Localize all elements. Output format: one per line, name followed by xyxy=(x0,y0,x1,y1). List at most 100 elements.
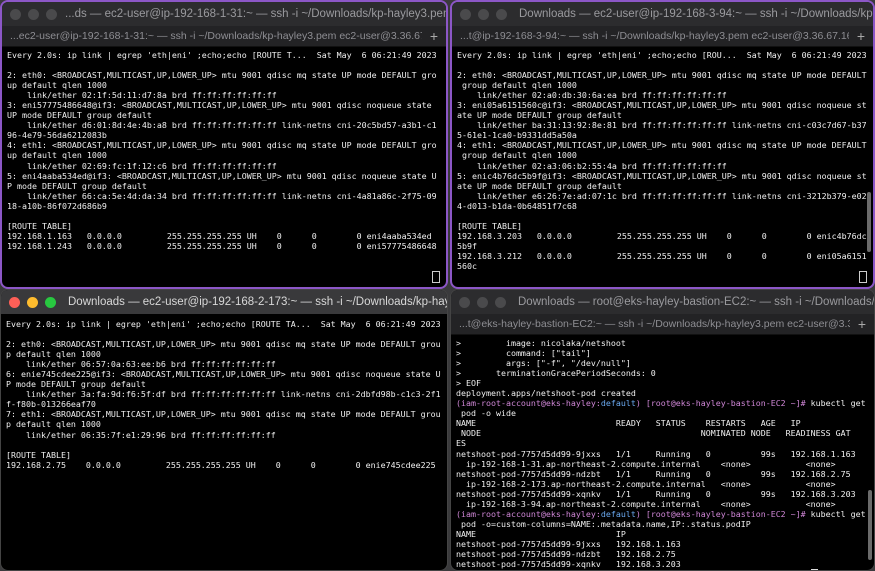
minimize-button[interactable] xyxy=(477,296,488,308)
window-title: Downloads — ec2-user@ip-192-168-2-173:~ … xyxy=(68,296,447,308)
minimize-button[interactable] xyxy=(28,8,39,20)
terminal-output[interactable]: > image: nicolaka/netshoot > command: ["t… xyxy=(451,335,874,570)
terminal-line: link/ether ba:31:13:92:8e:81 brd ff:ff:f… xyxy=(457,120,867,131)
zoom-button[interactable] xyxy=(46,8,57,20)
terminal-line: ate UP mode DEFAULT group default xyxy=(457,180,622,191)
terminal-line: pod -o wide xyxy=(456,408,516,419)
close-button[interactable] xyxy=(459,296,470,308)
zoom-button[interactable] xyxy=(496,8,507,20)
terminal-line: UP mode DEFAULT group default xyxy=(7,110,152,121)
window-titlebar[interactable]: ...ds — ec2-user@ip-192-168-1-31:~ — ssh… xyxy=(2,2,446,26)
new-tab-button[interactable]: + xyxy=(850,316,874,332)
scrollbar[interactable] xyxy=(867,192,871,252)
terminal-line: 18-a10b-86f072d686b9 xyxy=(7,200,107,211)
terminal-line: 5-61e1-1ca0-b9331dd5a50a xyxy=(457,130,577,141)
terminal-cursor xyxy=(432,271,440,283)
prompt-account: (iam-root-account@eks-hayley: xyxy=(456,398,601,409)
terminal-output[interactable]: Every 2.0s: ip link | egrep 'eth|eni' ;e… xyxy=(452,47,873,274)
terminal-line: netshoot-pod-7757d5dd99-xqnkv 192.168.3.… xyxy=(456,559,681,570)
terminal-window-node1[interactable]: ...ds — ec2-user@ip-192-168-1-31:~ — ssh… xyxy=(0,0,448,289)
terminal-line: [ROUTE TABLE] xyxy=(6,449,71,460)
terminal-line: Every 2.0s: ip link | egrep 'eth|eni' ;e… xyxy=(457,50,867,60)
terminal-window-bastion[interactable]: Downloads — root@eks-hayley-bastion-EC2:… xyxy=(450,289,875,571)
close-button[interactable] xyxy=(10,8,21,20)
terminal-line: 5: enic4b76dc5b9f@if3: <BROADCAST,MULTIC… xyxy=(457,170,867,181)
terminal-line: 3: eni57775486648@if3: <BROADCAST,MULTIC… xyxy=(7,100,432,111)
terminal-line: netshoot-pod-7757d5dd99-9jxxs 1/1 Runnin… xyxy=(456,448,856,459)
tab-title[interactable]: ...t@eks-hayley-bastion-EC2:~ — ssh -i ~… xyxy=(451,318,850,330)
minimize-button[interactable] xyxy=(478,8,489,20)
window-title: ...ds — ec2-user@ip-192-168-1-31:~ — ssh… xyxy=(65,8,446,20)
new-tab-button[interactable]: + xyxy=(849,28,873,44)
terminal-line: NODE NOMINATED NODE READINESS GAT xyxy=(456,428,851,439)
new-tab-button[interactable]: + xyxy=(422,28,446,44)
terminal-line: up default qlen 1000 xyxy=(7,80,107,91)
window-titlebar[interactable]: Downloads — ec2-user@ip-192-168-3-94:~ —… xyxy=(452,2,873,26)
close-button[interactable] xyxy=(460,8,471,20)
tab-bar: ...t@ip-192-168-3-94:~ — ssh -i ~/Downlo… xyxy=(452,26,873,47)
window-titlebar[interactable]: Downloads — ec2-user@ip-192-168-2-173:~ … xyxy=(1,290,447,314)
terminal-line: 6: enie745cdee225@if3: <BROADCAST,MULTIC… xyxy=(6,369,441,380)
terminal-line: 2: eth0: <BROADCAST,MULTICAST,UP,LOWER_U… xyxy=(6,339,441,350)
tab-title[interactable]: ...ec2-user@ip-192-168-1-31:~ — ssh -i ~… xyxy=(2,30,422,42)
terminal-line: Every 2.0s: ip link | egrep 'eth|eni' ;e… xyxy=(6,319,441,329)
terminal-line: 2: eth0: <BROADCAST,MULTICAST,UP,LOWER_U… xyxy=(7,70,437,81)
terminal-line: P mode DEFAULT group default xyxy=(6,379,146,390)
minimize-button[interactable] xyxy=(27,296,38,308)
terminal-line: ate UP mode DEFAULT group default xyxy=(457,110,622,121)
terminal-line: link/ether 66:ca:5e:4d:da:34 brd ff:ff:f… xyxy=(7,190,437,201)
scrollbar[interactable] xyxy=(868,490,872,560)
terminal-line: ES xyxy=(456,438,466,449)
terminal-line: link/ether 02:a3:06:b2:55:4a brd ff:ff:f… xyxy=(457,160,727,171)
terminal-line: link/ether 06:35:7f:e1:29:96 brd ff:ff:f… xyxy=(6,429,276,440)
terminal-line: link/ether 02:a0:db:30:6a:ea brd ff:ff:f… xyxy=(457,90,727,101)
tab-title[interactable]: ...t@ip-192-168-3-94:~ — ssh -i ~/Downlo… xyxy=(452,30,849,42)
terminal-line: 560c xyxy=(457,260,477,271)
terminal-line: > terminationGracePeriodSeconds: 0 xyxy=(456,368,656,379)
terminal-window-node2[interactable]: Downloads — ec2-user@ip-192-168-2-173:~ … xyxy=(0,289,448,571)
terminal-line: 4: eth1: <BROADCAST,MULTICAST,UP,LOWER_U… xyxy=(457,140,867,151)
tab-bar: ...t@eks-hayley-bastion-EC2:~ — ssh -i ~… xyxy=(451,314,874,335)
terminal-line: > image: nicolaka/netshoot xyxy=(456,338,626,348)
prompt-namespace: default xyxy=(600,398,636,409)
terminal-line: netshoot-pod-7757d5dd99-xqnkv 1/1 Runnin… xyxy=(456,488,856,499)
window-controls xyxy=(451,296,514,308)
terminal-line: > EOF xyxy=(456,378,481,389)
window-title: Downloads — ec2-user@ip-192-168-3-94:~ —… xyxy=(519,8,873,20)
terminal-line: 7: eth1: <BROADCAST,MULTICAST,UP,LOWER_U… xyxy=(6,409,441,420)
zoom-button[interactable] xyxy=(495,296,506,308)
terminal-line: 192.168.3.212 0.0.0.0 255.255.255.255 UH… xyxy=(457,250,867,261)
command-text: kubectl get xyxy=(810,398,866,409)
terminal-line: group default qlen 1000 xyxy=(457,150,577,161)
terminal-line: ip-192-168-3-94.ap-northeast-2.compute.i… xyxy=(456,498,836,509)
close-button[interactable] xyxy=(9,296,20,308)
terminal-line: link/ether e6:26:7e:ad:07:1c brd ff:ff:f… xyxy=(457,190,867,201)
terminal-line: ip-192-168-1-31.ap-northeast-2.compute.i… xyxy=(456,458,836,469)
window-titlebar[interactable]: Downloads — root@eks-hayley-bastion-EC2:… xyxy=(451,290,874,314)
terminal-line: > command: ["tail"] xyxy=(456,348,591,359)
terminal-output[interactable]: Every 2.0s: ip link | egrep 'eth|eni' ;e… xyxy=(2,47,446,254)
window-controls xyxy=(2,8,65,20)
terminal-line: netshoot-pod-7757d5dd99-9jxxs 192.168.1.… xyxy=(456,538,681,549)
terminal-window-node3[interactable]: Downloads — ec2-user@ip-192-168-3-94:~ —… xyxy=(450,0,875,289)
terminal-line: 4: eth1: <BROADCAST,MULTICAST,UP,LOWER_U… xyxy=(7,140,437,151)
terminal-line: NAME IP xyxy=(456,528,626,539)
terminal-line: netshoot-pod-7757d5dd99-ndzbt 192.168.2.… xyxy=(456,548,676,559)
terminal-line: > args: ["-f", "/dev/null"] xyxy=(456,358,631,369)
prompt-host: ) [root@eks-hayley-bastion-EC2 ~]# xyxy=(635,508,811,519)
tab-bar: ...ec2-user@ip-192-168-1-31:~ — ssh -i ~… xyxy=(2,26,446,47)
zoom-button[interactable] xyxy=(45,296,56,308)
terminal-line: p default qlen 1000 xyxy=(6,349,101,360)
terminal-output[interactable]: Every 2.0s: ip link | egrep 'eth|eni' ;e… xyxy=(1,314,447,473)
terminal-line: link/ether 02:1f:5d:11:d7:8a brd ff:ff:f… xyxy=(7,90,277,101)
terminal-line: 3: eni05a6151560c@if3: <BROADCAST,MULTIC… xyxy=(457,100,867,111)
terminal-line: f-f80b-013266eaf70 xyxy=(6,399,96,410)
terminal-line: Every 2.0s: ip link | egrep 'eth|eni' ;e… xyxy=(7,50,437,60)
prompt-account: (iam-root-account@eks-hayley: xyxy=(456,508,601,519)
terminal-line: ip-192-168-2-173.ap-northeast-2.compute.… xyxy=(456,478,836,489)
